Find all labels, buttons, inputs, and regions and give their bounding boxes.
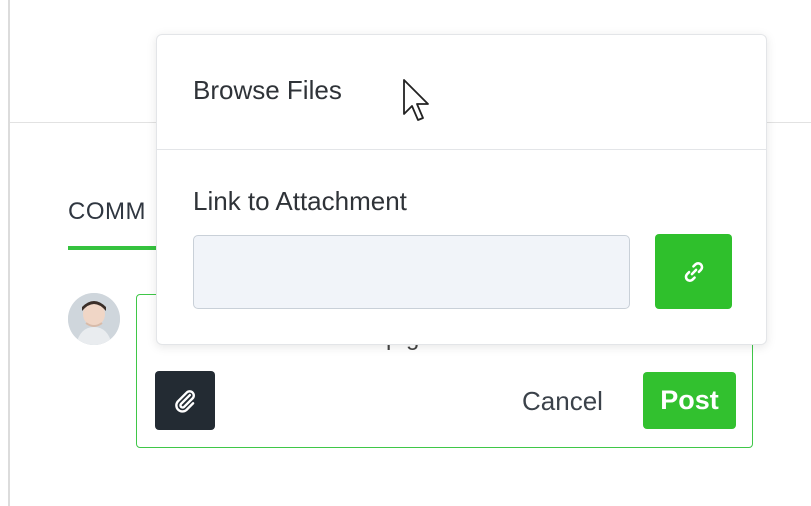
avatar-image — [68, 293, 120, 345]
cancel-button[interactable]: Cancel — [512, 378, 613, 424]
link-attachment-input[interactable] — [193, 235, 630, 309]
paperclip-icon — [175, 389, 195, 413]
mouse-pointer-icon — [403, 79, 429, 121]
post-button[interactable]: Post — [643, 372, 736, 429]
attach-button[interactable] — [155, 371, 215, 430]
link-submit-button[interactable] — [655, 234, 732, 309]
link-attachment-label: Link to Attachment — [193, 186, 407, 216]
page-left-border — [8, 0, 10, 506]
attachment-dropdown: Browse Files Link to Attachment — [156, 34, 767, 345]
browse-files-label: Browse Files — [193, 75, 342, 105]
browse-files-item[interactable]: Browse Files — [157, 35, 766, 149]
dropdown-divider — [157, 149, 766, 150]
avatar — [68, 293, 120, 345]
tab-comments[interactable]: COMM — [68, 198, 146, 226]
tab-comments-active-indicator — [68, 246, 166, 250]
link-icon — [684, 261, 703, 282]
